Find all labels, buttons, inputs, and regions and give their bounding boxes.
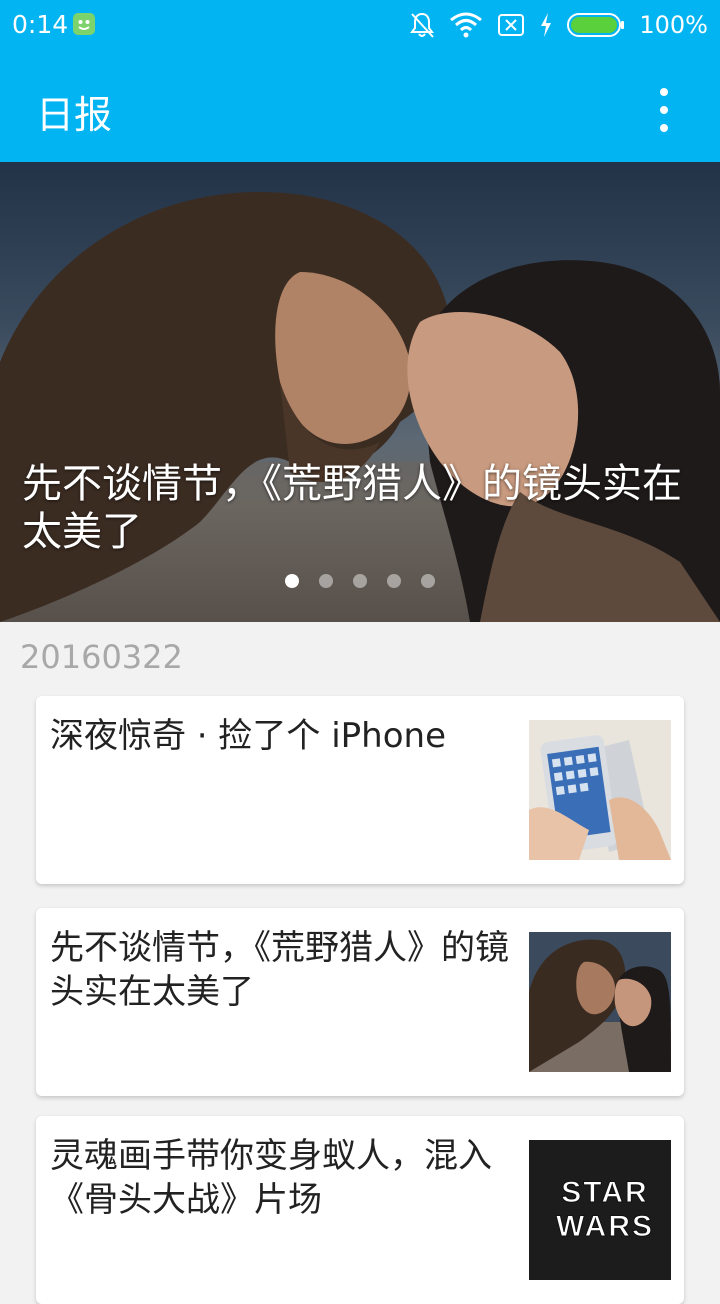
story-card[interactable]: 灵魂画手带你变身蚁人，混入《骨头大战》片场 STAR WARS [36, 1116, 684, 1304]
story-card[interactable]: 深夜惊奇 · 捡了个 iPhone [36, 696, 684, 884]
carousel-indicator [285, 574, 435, 588]
date-header: 20160322 [20, 638, 183, 676]
wifi-icon [450, 12, 483, 38]
story-thumbnail [529, 720, 671, 860]
thumbnail-logo-text: STAR WARS [556, 1176, 654, 1243]
battery-percent: 100% [639, 11, 708, 39]
story-thumbnail: STAR WARS [529, 1140, 671, 1280]
charging-icon [541, 13, 552, 37]
story-title: 深夜惊奇 · 捡了个 iPhone [50, 716, 446, 756]
app-bar: 日报 [0, 50, 720, 162]
story-title: 先不谈情节，《荒野猎人》的镜头实在太美了 [50, 928, 509, 1012]
app-notification-icon [73, 13, 95, 35]
carousel-dot[interactable] [421, 574, 435, 588]
battery-icon [567, 13, 625, 37]
story-card[interactable]: 先不谈情节，《荒野猎人》的镜头实在太美了 [36, 908, 684, 1096]
app-title: 日报 [36, 93, 113, 137]
top-story-banner[interactable]: 先不谈情节，《荒野猎人》的镜头实在太美了 [0, 162, 720, 622]
story-title: 灵魂画手带你变身蚁人，混入《骨头大战》片场 [50, 1136, 492, 1220]
carousel-dot[interactable] [387, 574, 401, 588]
no-sim-icon [498, 14, 525, 36]
status-bar: 0:14 100% [0, 0, 720, 50]
mute-bell-icon [410, 12, 435, 38]
status-icons: 100% [409, 8, 708, 42]
carousel-dot[interactable] [319, 574, 333, 588]
carousel-dot[interactable] [353, 574, 367, 588]
status-time: 0:14 [12, 10, 69, 39]
carousel-dot[interactable] [285, 574, 299, 588]
more-options-button[interactable] [646, 88, 682, 132]
more-vert-icon [660, 88, 668, 96]
banner-title: 先不谈情节，《荒野猎人》的镜头实在太美了 [22, 461, 682, 555]
story-thumbnail [529, 932, 671, 1072]
